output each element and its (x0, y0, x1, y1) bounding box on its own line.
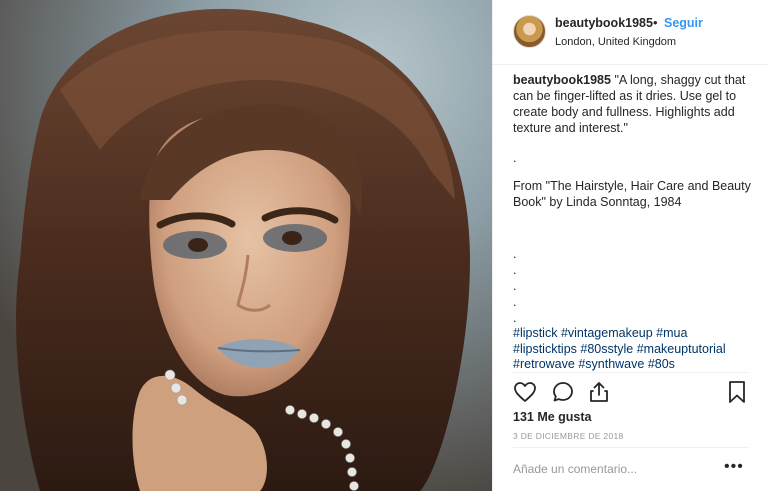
caption-dot-line: . (513, 247, 517, 261)
caption-dot-line: . (513, 311, 517, 325)
likes-count[interactable]: 131 Me gusta (513, 410, 592, 424)
separator-dot: • (653, 15, 658, 30)
caption-dot-line: . (513, 295, 517, 309)
post-photo[interactable] (0, 0, 492, 491)
comment-icon[interactable] (551, 380, 575, 404)
caption: beautybook1985 "A long, shaggy cut that … (513, 72, 753, 136)
hashtag-link[interactable]: #80sstyle (580, 342, 633, 356)
hashtag-link[interactable]: #synthwave (578, 357, 644, 371)
more-options-button[interactable]: ••• (724, 458, 744, 476)
caption-dot-line: . (513, 279, 517, 293)
hashtags: #lipstick #vintagemakeup #mua #lipstickt… (513, 326, 758, 373)
heart-icon[interactable] (513, 380, 537, 404)
portrait-image (0, 0, 492, 491)
share-icon[interactable] (587, 380, 611, 404)
comment-divider (513, 447, 749, 448)
caption-source: From "The Hairstyle, Hair Care and Beaut… (513, 179, 751, 209)
follow-button[interactable]: Seguir (664, 16, 703, 30)
post-header: beautybook1985 • Seguir London, United K… (493, 0, 768, 64)
caption-username[interactable]: beautybook1985 (513, 73, 611, 87)
comment-input[interactable]: Añade un comentario... (513, 462, 637, 476)
caption-dot-line: . (513, 263, 517, 277)
hashtag-link[interactable]: #lipstick (513, 326, 557, 340)
hashtag-link[interactable]: #retrowave (513, 357, 575, 371)
header-divider (493, 64, 768, 65)
hashtag-link[interactable]: #makeuptutorial (637, 342, 726, 356)
post-details-panel: beautybook1985 • Seguir London, United K… (492, 0, 768, 491)
hashtag-link[interactable]: #mua (656, 326, 687, 340)
action-bar (513, 380, 749, 404)
hashtag-link[interactable]: #80s (648, 357, 675, 371)
username-link[interactable]: beautybook1985 (555, 16, 653, 30)
actions-divider (513, 372, 749, 373)
bookmark-icon[interactable] (725, 380, 749, 404)
hashtag-link[interactable]: #lipsticktips (513, 342, 577, 356)
post-date[interactable]: 3 DE DICIEMBRE DE 2018 (513, 431, 624, 441)
hashtag-link[interactable]: #vintagemakeup (561, 326, 653, 340)
location-link[interactable]: London, United Kingdom (555, 36, 676, 48)
caption-dot-line: . (513, 151, 517, 165)
avatar[interactable] (513, 15, 546, 48)
